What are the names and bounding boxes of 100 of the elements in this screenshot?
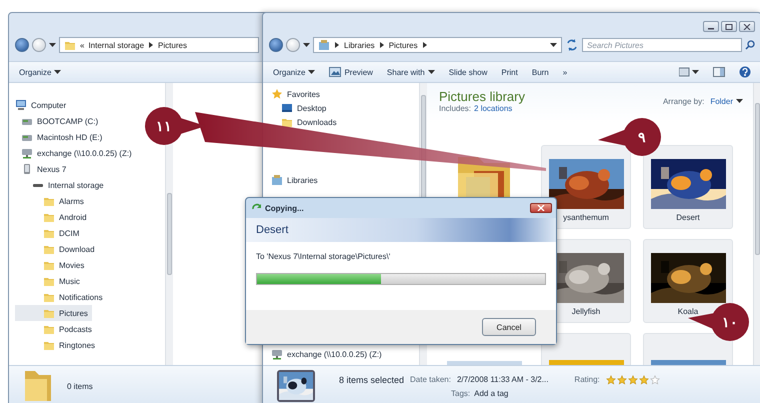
close-icon	[743, 24, 751, 30]
caret-icon	[308, 70, 316, 74]
file-name: Jellyfish	[572, 307, 600, 316]
library-title: Pictures library	[439, 89, 525, 104]
library-icon	[271, 174, 283, 186]
close-button[interactable]	[530, 203, 552, 213]
tree-item[interactable]: Music	[15, 273, 84, 289]
back-button[interactable]	[15, 38, 29, 52]
folder-icon	[43, 195, 55, 207]
tree-item[interactable]: Pictures	[15, 305, 92, 321]
tree-item[interactable]: Macintosh HD (E:)	[15, 129, 106, 145]
image-tile[interactable]: Desert	[643, 145, 733, 229]
chevron-icon	[378, 41, 385, 49]
tree-item[interactable]: Download	[15, 241, 99, 257]
forward-button[interactable]	[32, 38, 46, 52]
tree-item[interactable]: Computer	[15, 97, 70, 113]
folder-icon	[43, 259, 55, 271]
help-icon	[739, 66, 751, 78]
date-label: Date taken:	[410, 375, 451, 384]
tree-item[interactable]: Podcasts	[15, 321, 96, 337]
minimize-button[interactable]	[703, 21, 719, 32]
tree-item[interactable]: Notifications	[15, 289, 107, 305]
includes-label: Includes:	[439, 104, 472, 113]
library-icon	[318, 39, 330, 51]
tree-item[interactable]: Internal storage	[15, 177, 108, 193]
caret-icon	[303, 42, 310, 48]
file-name: Koala	[678, 307, 698, 316]
folder-icon	[64, 39, 76, 51]
arrange-dropdown[interactable]: Folder	[710, 97, 743, 106]
caret-icon	[550, 42, 557, 48]
caret-icon	[428, 70, 435, 74]
chevron-icon	[422, 41, 428, 49]
search-field[interactable]: Search Pictures	[582, 38, 742, 52]
chevron-icon	[334, 41, 340, 49]
desktop-icon	[281, 102, 293, 114]
folder-icon	[23, 369, 53, 403]
toolbar-button[interactable]: Burn	[532, 68, 549, 76]
date-value: 2/7/2008 11:33 AM - 3/2...	[456, 375, 548, 384]
tree-item[interactable]: exchange (\\10.0.0.25) (Z:)	[15, 145, 136, 161]
cancel-button[interactable]: Cancel	[482, 318, 536, 336]
preview-icon	[329, 67, 342, 77]
nav-item[interactable]: Desktop	[271, 101, 330, 115]
folder-icon	[43, 275, 55, 287]
close-icon	[537, 205, 545, 211]
caret-icon	[736, 99, 743, 104]
toolbar-button[interactable]: Share with	[386, 68, 435, 76]
folder-icon	[43, 243, 55, 255]
dialog-title: Copying...	[265, 204, 304, 212]
tags-label: Tags:	[451, 388, 470, 398]
preview-pane-icon	[713, 67, 725, 77]
tree-item[interactable]: Alarms	[15, 193, 88, 209]
folder-icon	[43, 227, 55, 239]
folder-icon	[43, 339, 55, 351]
arrange-label: Arrange by:	[662, 97, 704, 106]
nav-item[interactable]: Libraries	[271, 173, 322, 187]
callout-tooltip: ٩	[598, 117, 662, 157]
file-name: Desert	[246, 218, 556, 242]
nav-item[interactable]: Downloads	[271, 115, 341, 129]
folder-icon	[43, 323, 55, 335]
nav-item[interactable]: Favorites	[271, 87, 324, 101]
network-drive-icon	[21, 147, 33, 159]
refresh-icon	[565, 38, 579, 52]
close-button[interactable]	[739, 21, 755, 32]
file-name: Desert	[676, 213, 700, 222]
locations-link[interactable]: 2 locations	[474, 104, 512, 113]
folder-icon	[281, 116, 293, 128]
tree-item[interactable]: Movies	[15, 257, 88, 273]
tree-item[interactable]: DCIM	[15, 225, 84, 241]
file-name: ysanthemum	[563, 213, 609, 222]
toolbar-button[interactable]: »	[562, 68, 568, 76]
maximize-button[interactable]	[721, 21, 737, 32]
tree-item[interactable]: Ringtones	[15, 337, 100, 353]
star-icon	[271, 88, 283, 100]
back-button[interactable]	[269, 38, 283, 52]
add-tag-field[interactable]: Add a tag	[474, 388, 508, 398]
address-bar[interactable]: Libraries Pictures	[313, 37, 562, 53]
scrollbar[interactable]	[753, 83, 760, 365]
views-icon	[679, 67, 699, 77]
forward-button[interactable]	[286, 38, 300, 52]
chevron-icon	[148, 41, 154, 49]
toolbar-button[interactable]: Organize	[273, 68, 316, 76]
selection-count: 8 items selected	[339, 374, 404, 384]
folder-icon	[43, 291, 55, 303]
rating-label: Rating:	[574, 375, 600, 384]
folder-icon	[43, 307, 55, 319]
tree-item[interactable]: Nexus 7	[15, 161, 70, 177]
computer-icon	[15, 99, 27, 111]
toolbar-button[interactable]: Print	[501, 68, 518, 76]
organize-menu[interactable]: Organize	[19, 68, 62, 76]
tree-item[interactable]: Android	[15, 209, 91, 225]
toolbar-button[interactable]: Slide show	[448, 68, 488, 76]
network-drive-icon	[271, 348, 283, 360]
folder-icon	[43, 211, 55, 223]
image-tile[interactable]: ysanthemum	[541, 145, 631, 229]
search-icon	[745, 40, 755, 50]
tree-item[interactable]: BOOTCAMP (C:)	[15, 113, 102, 129]
address-bar[interactable]: « Internal storage Pictures	[59, 37, 259, 53]
nav-item[interactable]: exchange (\\10.0.0.25) (Z:)	[271, 347, 419, 361]
toolbar-button[interactable]: Preview	[329, 67, 373, 77]
rating-stars[interactable]	[606, 374, 660, 384]
